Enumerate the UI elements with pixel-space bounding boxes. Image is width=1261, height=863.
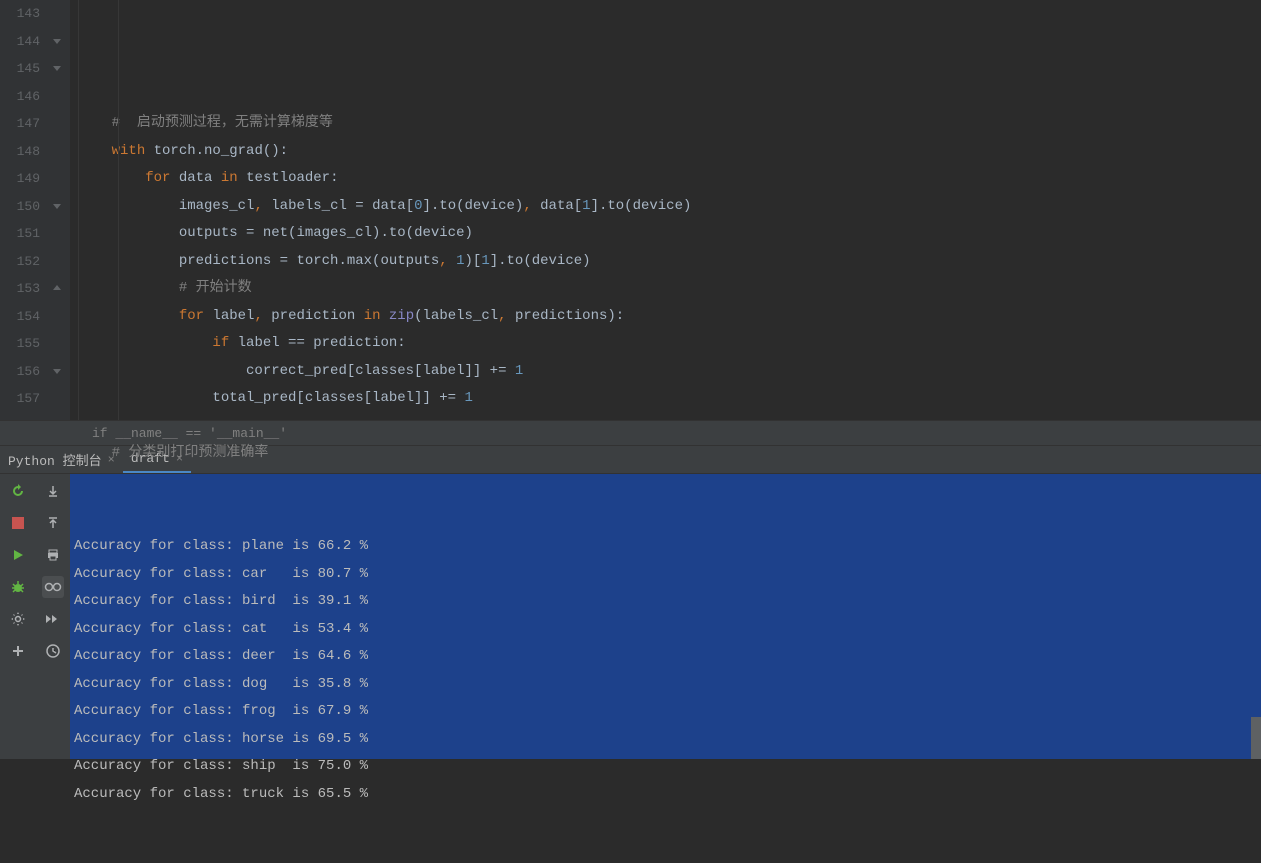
soft-wrap-icon[interactable] <box>42 576 64 598</box>
history-icon[interactable] <box>42 640 64 662</box>
line-number-gutter: 1431441451461471481491501511521531541551… <box>0 0 50 420</box>
line-number: 145 <box>0 55 40 83</box>
line-number: 156 <box>0 358 40 386</box>
fold-open-icon[interactable] <box>52 366 64 378</box>
scroll-down-icon[interactable] <box>42 480 64 502</box>
fold-gutter[interactable] <box>50 0 70 420</box>
run-icon[interactable] <box>7 544 29 566</box>
code-line[interactable]: total_pred[classes[label]] += 1 <box>78 385 1261 413</box>
console-output[interactable]: Accuracy for class: plane is 66.2 %Accur… <box>70 474 1261 759</box>
print-icon[interactable] <box>42 544 64 566</box>
console-line: Accuracy for class: car is 80.7 % <box>74 561 1257 589</box>
console-line: Accuracy for class: horse is 69.5 % <box>74 726 1257 754</box>
fold-open-icon[interactable] <box>52 36 64 48</box>
console-tool-column-2 <box>35 474 70 759</box>
code-line[interactable]: # 开始计数 <box>78 275 1261 303</box>
line-number: 151 <box>0 220 40 248</box>
code-line[interactable]: for label, prediction in zip(labels_cl, … <box>78 303 1261 331</box>
code-line[interactable]: predictions = torch.max(outputs, 1)[1].t… <box>78 248 1261 276</box>
line-number: 154 <box>0 303 40 331</box>
code-line[interactable]: images_cl, labels_cl = data[0].to(device… <box>78 193 1261 221</box>
console-tool-column-1 <box>0 474 35 759</box>
code-line[interactable] <box>78 413 1261 441</box>
console-line: Accuracy for class: dog is 35.8 % <box>74 671 1257 699</box>
line-number: 152 <box>0 248 40 276</box>
line-number: 146 <box>0 83 40 111</box>
fold-open-icon[interactable] <box>52 63 64 75</box>
line-number: 143 <box>0 0 40 28</box>
add-icon[interactable] <box>7 640 29 662</box>
line-number: 153 <box>0 275 40 303</box>
stop-icon[interactable] <box>7 512 29 534</box>
code-content[interactable]: # 启动预测过程，无需计算梯度等 with torch.no_grad(): f… <box>70 0 1261 420</box>
code-line[interactable]: outputs = net(images_cl).to(device) <box>78 220 1261 248</box>
fast-forward-icon[interactable] <box>42 608 64 630</box>
code-line[interactable]: # 分类别打印预测准确率 <box>78 440 1261 468</box>
console-line: Accuracy for class: deer is 64.6 % <box>74 643 1257 671</box>
code-editor[interactable]: 1431441451461471481491501511521531541551… <box>0 0 1261 420</box>
console-line: Accuracy for class: frog is 67.9 % <box>74 698 1257 726</box>
line-number: 144 <box>0 28 40 56</box>
scrollbar-thumb[interactable] <box>1251 717 1261 759</box>
console-line: Accuracy for class: bird is 39.1 % <box>74 588 1257 616</box>
line-number: 147 <box>0 110 40 138</box>
code-line[interactable]: # 启动预测过程，无需计算梯度等 <box>78 110 1261 138</box>
line-number: 150 <box>0 193 40 221</box>
console-line: Accuracy for class: plane is 66.2 % <box>74 533 1257 561</box>
fold-close-icon[interactable] <box>52 283 64 295</box>
code-line[interactable]: correct_pred[classes[label]] += 1 <box>78 358 1261 386</box>
fold-open-icon[interactable] <box>52 201 64 213</box>
rerun-icon[interactable] <box>7 480 29 502</box>
scroll-up-icon[interactable] <box>42 512 64 534</box>
debug-icon[interactable] <box>7 576 29 598</box>
line-number: 157 <box>0 385 40 413</box>
line-number: 155 <box>0 330 40 358</box>
console-line: Accuracy for class: truck is 65.5 % <box>74 781 1257 809</box>
settings-icon[interactable] <box>7 608 29 630</box>
code-line[interactable]: for data in testloader: <box>78 165 1261 193</box>
code-line[interactable]: with torch.no_grad(): <box>78 138 1261 166</box>
console-line: Accuracy for class: ship is 75.0 % <box>74 753 1257 781</box>
console-line: Accuracy for class: cat is 53.4 % <box>74 616 1257 644</box>
code-line[interactable]: if label == prediction: <box>78 330 1261 358</box>
line-number: 149 <box>0 165 40 193</box>
console-panel: Accuracy for class: plane is 66.2 %Accur… <box>0 474 1261 759</box>
line-number: 148 <box>0 138 40 166</box>
